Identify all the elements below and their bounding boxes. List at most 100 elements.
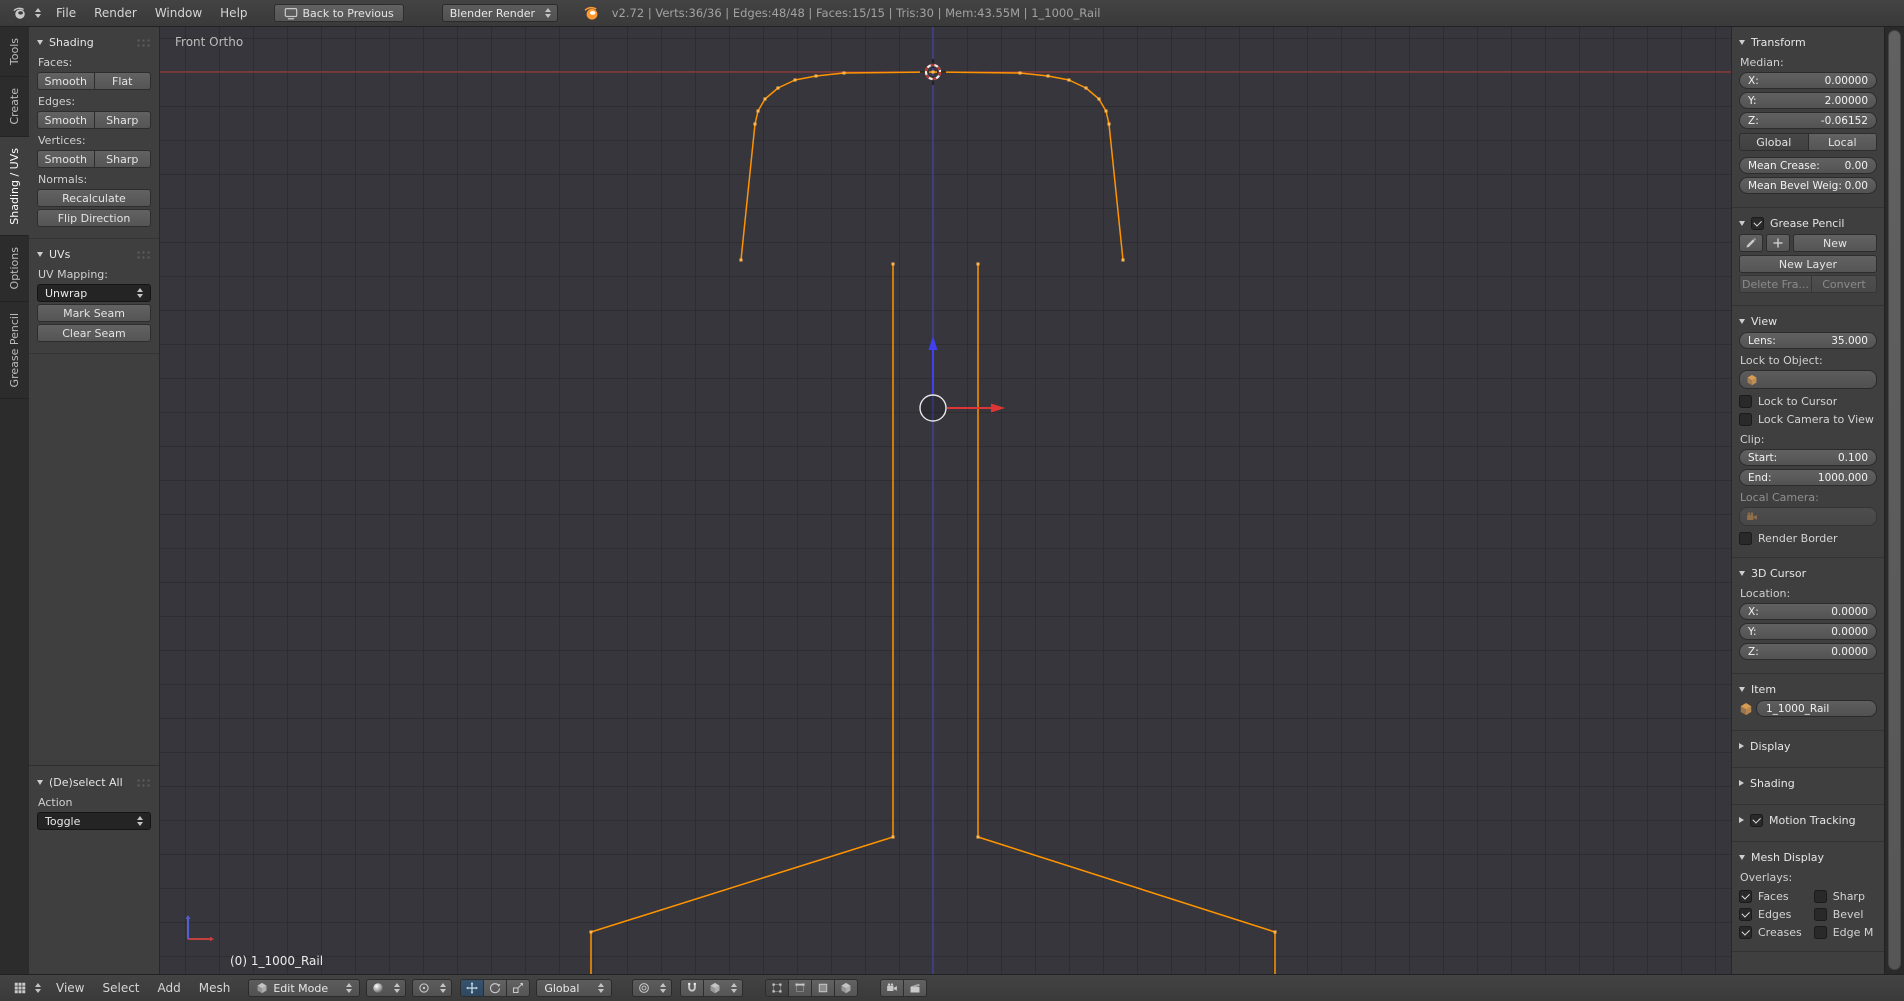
- viewport-shading-dropdown[interactable]: [366, 979, 406, 997]
- lock-camera-row[interactable]: Lock Camera to View: [1739, 410, 1877, 428]
- menu-view[interactable]: View: [48, 975, 92, 1001]
- lock-to-cursor-checkbox[interactable]: [1739, 395, 1752, 408]
- grease-pencil-new-button[interactable]: New: [1793, 234, 1877, 252]
- opengl-render-button[interactable]: [880, 979, 904, 997]
- render-engine-dropdown[interactable]: Blender Render: [442, 4, 558, 22]
- face-select-button[interactable]: [812, 979, 835, 997]
- menu-window[interactable]: Window: [147, 0, 210, 26]
- tab-tools[interactable]: Tools: [0, 27, 29, 77]
- tab-create[interactable]: Create: [0, 77, 29, 137]
- n-panel-scrollbar[interactable]: [1888, 30, 1901, 970]
- edges-smooth-button[interactable]: Smooth: [37, 111, 95, 129]
- cursor-y-field[interactable]: Y: 0.0000: [1739, 623, 1877, 640]
- overlay-bevel-row[interactable]: Bevel: [1814, 905, 1877, 923]
- menu-add[interactable]: Add: [150, 975, 189, 1001]
- opengl-render-anim-button[interactable]: [904, 979, 927, 997]
- menu-render[interactable]: Render: [86, 0, 145, 26]
- faces-overlay-checkbox[interactable]: [1739, 890, 1752, 903]
- edges-sharp-button[interactable]: Sharp: [95, 111, 152, 129]
- mark-seam-button[interactable]: Mark Seam: [37, 304, 151, 322]
- faces-flat-button[interactable]: Flat: [95, 72, 152, 90]
- uvs-panel-header[interactable]: UVs: [37, 245, 151, 263]
- cursor-x-field[interactable]: X: 0.0000: [1739, 603, 1877, 620]
- local-camera-field[interactable]: [1739, 507, 1877, 526]
- mean-bevel-field[interactable]: Mean Bevel Weig: 0.00: [1739, 177, 1877, 194]
- item-header[interactable]: Item: [1739, 680, 1877, 698]
- overlay-faces-row[interactable]: Faces: [1739, 887, 1812, 905]
- cursor-z-field[interactable]: Z: 0.0000: [1739, 643, 1877, 660]
- lock-object-field[interactable]: [1739, 370, 1877, 389]
- cursor-3d-header[interactable]: 3D Cursor: [1739, 564, 1877, 582]
- tab-options[interactable]: Options: [0, 236, 29, 301]
- clear-seam-button[interactable]: Clear Seam: [37, 324, 151, 342]
- sharp-overlay-checkbox[interactable]: [1814, 890, 1827, 903]
- menu-file[interactable]: File: [48, 0, 84, 26]
- action-toggle-dropdown[interactable]: Toggle: [37, 812, 151, 830]
- edges-overlay-checkbox[interactable]: [1739, 908, 1752, 921]
- bevel-overlay-checkbox[interactable]: [1814, 908, 1827, 921]
- panel-drag-handle[interactable]: [136, 250, 151, 259]
- mean-crease-field[interactable]: Mean Crease: 0.00: [1739, 157, 1877, 174]
- clip-start-field[interactable]: Start: 0.100: [1739, 449, 1877, 466]
- menu-help[interactable]: Help: [212, 0, 255, 26]
- convert-button[interactable]: Convert: [1812, 275, 1877, 293]
- shading-props-header[interactable]: Shading: [1739, 774, 1877, 792]
- redo-panel-header[interactable]: (De)select All: [37, 773, 151, 791]
- vertex-select-button[interactable]: [765, 979, 789, 997]
- viewport-editor-type-selector[interactable]: [8, 979, 46, 997]
- panel-drag-handle[interactable]: [136, 778, 151, 787]
- lock-to-cursor-row[interactable]: Lock to Cursor: [1739, 392, 1877, 410]
- recalculate-normals-button[interactable]: Recalculate: [37, 189, 151, 207]
- overlay-edges-row[interactable]: Edges: [1739, 905, 1812, 923]
- editor-type-selector[interactable]: [8, 4, 46, 22]
- snap-element-dropdown[interactable]: [704, 979, 743, 997]
- mesh-display-header[interactable]: Mesh Display: [1739, 848, 1877, 866]
- mode-dropdown[interactable]: Edit Mode: [248, 979, 360, 997]
- lens-field[interactable]: Lens: 35.000: [1739, 332, 1877, 349]
- viewport-3d[interactable]: Front Ortho (0) 1_1000_Rail: [160, 27, 1731, 974]
- shading-panel-header[interactable]: Shading: [37, 33, 151, 51]
- overlay-edge-marks-row[interactable]: Edge M: [1814, 923, 1877, 941]
- uv-unwrap-dropdown[interactable]: Unwrap: [37, 284, 151, 302]
- flip-direction-button[interactable]: Flip Direction: [37, 209, 151, 227]
- creases-overlay-checkbox[interactable]: [1739, 926, 1752, 939]
- grease-pencil-header[interactable]: Grease Pencil: [1739, 214, 1877, 232]
- vertices-sharp-button[interactable]: Sharp: [95, 150, 152, 168]
- view-header[interactable]: View: [1739, 312, 1877, 330]
- tab-grease-pencil[interactable]: Grease Pencil: [0, 302, 29, 399]
- snap-magnet-button[interactable]: [680, 979, 704, 997]
- motion-tracking-checkbox[interactable]: [1750, 814, 1763, 827]
- render-border-checkbox[interactable]: [1739, 532, 1752, 545]
- rotate-manipulator-button[interactable]: [484, 979, 507, 997]
- panel-drag-handle[interactable]: [136, 38, 151, 47]
- limit-selection-visible-button[interactable]: [835, 979, 858, 997]
- menu-select[interactable]: Select: [94, 975, 147, 1001]
- grease-pencil-draw-button[interactable]: [1739, 234, 1763, 252]
- edge-select-button[interactable]: [789, 979, 812, 997]
- median-x-field[interactable]: X: 0.00000: [1739, 72, 1877, 89]
- new-layer-button[interactable]: New Layer: [1739, 255, 1877, 273]
- tab-shading-uvs[interactable]: Shading / UVs: [0, 137, 29, 237]
- grease-pencil-checkbox[interactable]: [1751, 217, 1764, 230]
- item-name-field[interactable]: 1_1000_Rail: [1756, 700, 1877, 717]
- translate-manipulator-button[interactable]: [460, 979, 484, 997]
- grease-pencil-add-button[interactable]: [1766, 234, 1790, 252]
- lock-camera-checkbox[interactable]: [1739, 413, 1752, 426]
- display-header[interactable]: Display: [1739, 737, 1877, 755]
- overlay-sharp-row[interactable]: Sharp: [1814, 887, 1877, 905]
- render-border-row[interactable]: Render Border: [1739, 529, 1877, 547]
- pivot-point-dropdown[interactable]: [412, 979, 452, 997]
- edge-marks-overlay-checkbox[interactable]: [1814, 926, 1827, 939]
- menu-mesh[interactable]: Mesh: [191, 975, 239, 1001]
- faces-smooth-button[interactable]: Smooth: [37, 72, 95, 90]
- vertices-smooth-button[interactable]: Smooth: [37, 150, 95, 168]
- transform-header[interactable]: Transform: [1739, 33, 1877, 51]
- delete-frame-button[interactable]: Delete Fra...: [1739, 275, 1812, 293]
- clip-end-field[interactable]: End: 1000.000: [1739, 469, 1877, 486]
- back-to-previous-button[interactable]: Back to Previous: [274, 4, 404, 22]
- scale-manipulator-button[interactable]: [507, 979, 530, 997]
- motion-tracking-header[interactable]: Motion Tracking: [1739, 811, 1877, 829]
- proportional-edit-dropdown[interactable]: [632, 979, 672, 997]
- local-button[interactable]: Local: [1809, 133, 1878, 151]
- median-z-field[interactable]: Z: -0.06152: [1739, 112, 1877, 129]
